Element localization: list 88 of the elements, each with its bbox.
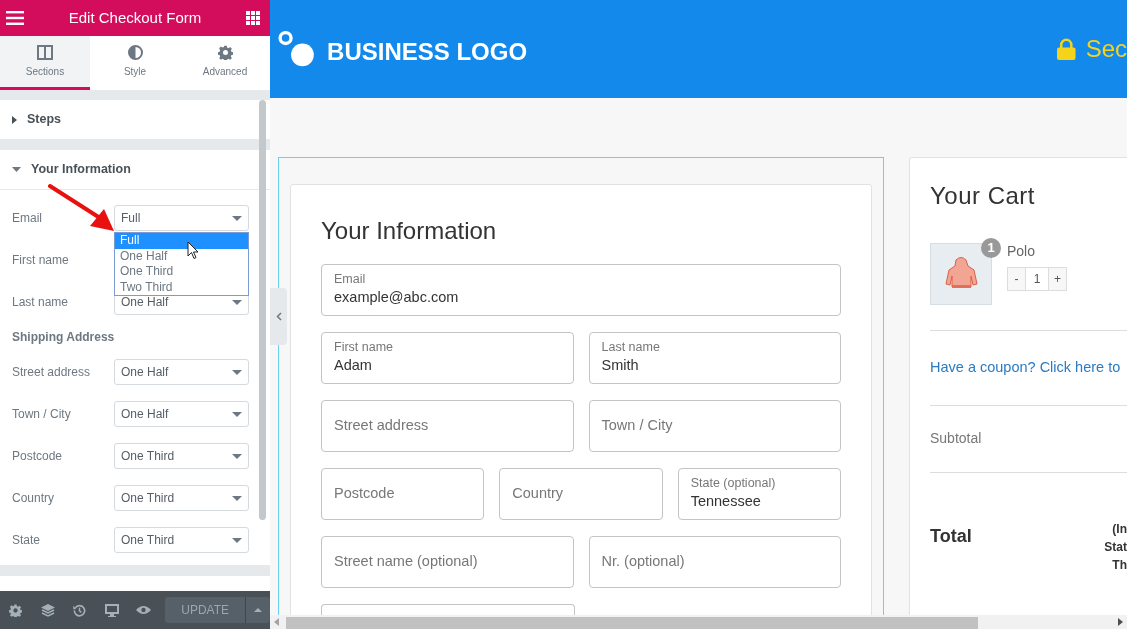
menu-icon[interactable]	[6, 11, 24, 25]
caret-down-icon	[232, 453, 242, 459]
caret-down-icon	[232, 369, 242, 375]
control-label: State	[12, 532, 42, 549]
scroll-thumb[interactable]	[286, 617, 978, 629]
lock-icon	[1057, 36, 1076, 62]
floating-label: Last name	[601, 340, 661, 356]
scroll-left-icon[interactable]	[274, 618, 280, 626]
logo-text: BUSINESS LOGO	[327, 37, 528, 67]
columns-icon	[37, 44, 53, 60]
group-heading: Shipping Address	[12, 331, 116, 343]
desktop-icon[interactable]	[104, 603, 119, 617]
input-field[interactable]: Country	[499, 467, 663, 520]
input-field[interactable]: Nr. (optional)	[588, 535, 841, 588]
total-note: Stat	[1104, 538, 1127, 556]
select-field[interactable]: One Third	[114, 527, 249, 553]
field-value: Smith	[601, 356, 640, 376]
control-label: Country	[12, 490, 56, 507]
control-label: First name	[12, 252, 70, 269]
total-note: (In	[1112, 520, 1127, 538]
caret-right-icon	[12, 115, 17, 124]
subtotal-label: Subtotal	[930, 428, 983, 448]
caret-up-icon	[254, 608, 262, 612]
control-label: Street address	[12, 364, 92, 381]
dropdown-option[interactable]: One Third	[115, 264, 248, 280]
input-field[interactable]: Street name (optional)	[321, 535, 574, 588]
scrollbar[interactable]	[259, 100, 266, 520]
select-field[interactable]: One Third	[114, 443, 249, 469]
input-field[interactable]: Street address	[321, 399, 574, 452]
coupon-link[interactable]: Have a coupon? Click here to	[930, 330, 1121, 405]
history-icon[interactable]	[73, 603, 87, 617]
horizontal-scrollbar[interactable]	[270, 615, 1127, 629]
select-field[interactable]: One Third	[114, 485, 249, 511]
field-value: Adam	[334, 356, 373, 376]
input-field[interactable]: First name Adam	[321, 331, 574, 384]
decrease-button[interactable]: -	[1007, 266, 1026, 291]
collapse-handle[interactable]	[270, 288, 287, 345]
input-field[interactable]: Last name Smith	[588, 331, 841, 384]
input-field[interactable]: State (optional) Tennessee	[677, 467, 841, 520]
control-label: Postcode	[12, 448, 64, 465]
chevron-left-icon	[275, 312, 282, 321]
contrast-icon	[127, 44, 143, 60]
layers-icon[interactable]	[40, 603, 55, 617]
grid-icon[interactable]	[246, 11, 260, 25]
cursor-icon	[187, 241, 199, 260]
control-label: Town / City	[12, 406, 72, 423]
scroll-right-icon[interactable]	[1117, 618, 1123, 626]
more-options-button[interactable]	[245, 597, 270, 623]
input-field[interactable]: Email example@abc.com	[321, 263, 841, 316]
floating-label: First name	[334, 340, 395, 356]
panel-tab[interactable]: Sections	[0, 36, 90, 90]
field-placeholder: Street name (optional)	[334, 551, 479, 571]
select-field[interactable]: One Half	[114, 401, 249, 427]
secure-text: Sec	[1085, 34, 1127, 64]
select-field[interactable]: One Half	[114, 359, 249, 385]
caret-down-icon	[12, 167, 21, 172]
input-field[interactable]: Postcode	[321, 467, 485, 520]
field-value: Tennessee	[690, 492, 762, 512]
caret-down-icon	[232, 537, 242, 543]
field-placeholder: Town / City	[601, 415, 674, 435]
total-label: Total	[930, 524, 972, 548]
eye-icon[interactable]	[135, 605, 151, 615]
control-label: Last name	[12, 294, 70, 311]
product-name: Polo	[1007, 241, 1037, 261]
floating-label: Email	[334, 272, 367, 288]
input-field[interactable]: Town / City	[588, 399, 841, 452]
gear-icon	[217, 44, 233, 60]
gear-icon[interactable]	[9, 603, 23, 617]
cart-title: Your Cart	[930, 182, 1036, 211]
control-label: Email	[12, 210, 43, 227]
annotation-arrow	[48, 183, 116, 233]
field-value: example@abc.com	[334, 288, 460, 308]
field-placeholder: Street address	[334, 415, 430, 435]
total-note: Th	[1112, 556, 1127, 574]
caret-down-icon	[232, 411, 242, 417]
caret-down-icon	[232, 215, 242, 221]
increase-button[interactable]: +	[1048, 266, 1067, 291]
caret-down-icon	[232, 299, 242, 305]
field-placeholder: Country	[512, 483, 565, 503]
field-placeholder: Postcode	[334, 483, 396, 503]
panel-title: Edit Checkout Form	[68, 7, 202, 28]
dropdown-option[interactable]: One Half	[115, 248, 248, 264]
select-field[interactable]: Full	[114, 205, 249, 231]
caret-down-icon	[232, 495, 242, 501]
count-badge: 1	[981, 237, 1001, 258]
field-placeholder: Nr. (optional)	[601, 551, 686, 571]
floating-label: State (optional)	[690, 476, 777, 492]
form-title: Your Information	[321, 217, 498, 246]
